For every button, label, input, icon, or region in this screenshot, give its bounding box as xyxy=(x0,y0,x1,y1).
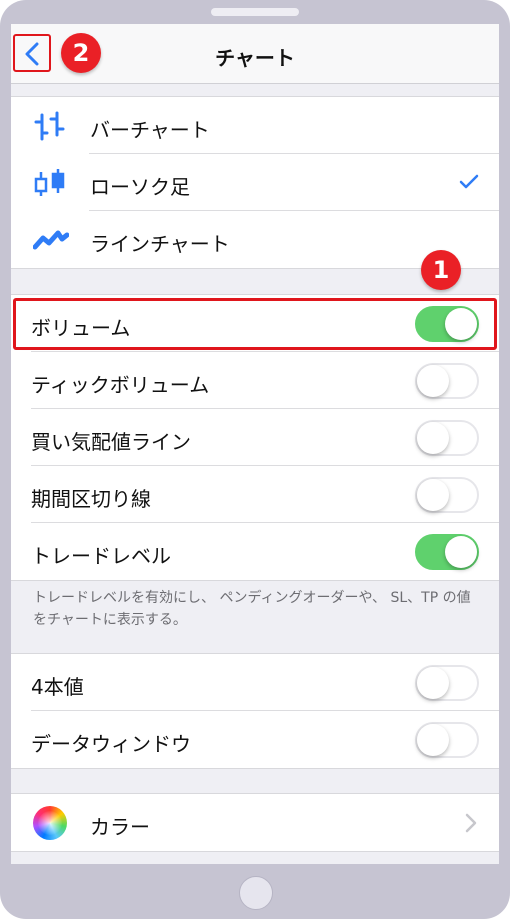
line-chart-icon xyxy=(33,230,69,250)
checkmark-icon xyxy=(459,174,479,189)
colors-row[interactable]: カラー xyxy=(11,794,499,851)
ohlc-toggle[interactable] xyxy=(415,665,479,701)
data-window-toggle[interactable] xyxy=(415,722,479,758)
phone-frame: 2 チャート バーチャート ローソク足 ラインチャート ボリューム ティックボリ… xyxy=(0,0,510,919)
page-title: チャート xyxy=(215,46,295,70)
toggle-knob xyxy=(417,422,449,454)
trade-levels-toggle[interactable] xyxy=(415,534,479,570)
home-button[interactable] xyxy=(239,876,273,910)
navigation-bar: 2 チャート xyxy=(11,24,499,84)
chart-type-label: ローソク足 xyxy=(90,175,190,199)
extra-options-group: 4本値 データウィンドウ xyxy=(11,653,499,769)
settings-screen: 2 チャート バーチャート ローソク足 ラインチャート ボリューム ティックボリ… xyxy=(11,24,499,864)
toggle-knob xyxy=(445,536,477,568)
color-wheel-icon xyxy=(33,806,67,840)
toggle-knob xyxy=(417,667,449,699)
chart-type-group: バーチャート ローソク足 ラインチャート xyxy=(11,96,499,269)
toggle-label: 買い気配値ライン xyxy=(31,430,191,454)
toggle-label: 4本値 xyxy=(31,675,84,699)
chart-type-label: ラインチャート xyxy=(90,232,230,256)
toggle-label: トレードレベル xyxy=(31,544,171,568)
tick-volume-toggle[interactable] xyxy=(415,363,479,399)
color-group: カラー xyxy=(11,793,499,852)
toggle-knob xyxy=(417,365,449,397)
chart-type-row-candlestick[interactable]: ローソク足 xyxy=(11,154,499,211)
toggle-row-tick-volume: ティックボリューム xyxy=(11,352,499,409)
chart-type-row-bar[interactable]: バーチャート xyxy=(11,97,499,154)
annotation-badge-1: 1 xyxy=(421,250,461,290)
toggle-knob xyxy=(417,724,449,756)
toggle-row-period-separators: 期間区切り線 xyxy=(11,466,499,523)
chart-type-label: バーチャート xyxy=(90,118,210,142)
toggle-row-ohlc: 4本値 xyxy=(11,654,499,711)
candlestick-icon xyxy=(34,169,65,196)
toggle-label: ティックボリューム xyxy=(31,373,210,397)
toggle-row-trade-levels: トレードレベル xyxy=(11,523,499,580)
toggle-row-bid-line: 買い気配値ライン xyxy=(11,409,499,466)
toggle-label: 期間区切り線 xyxy=(31,487,151,511)
toggle-row-data-window: データウィンドウ xyxy=(11,711,499,768)
annotation-highlight-volume xyxy=(13,298,497,350)
bar-chart-icon xyxy=(34,111,65,141)
colors-label: カラー xyxy=(90,815,150,839)
period-separators-toggle[interactable] xyxy=(415,477,479,513)
phone-speaker xyxy=(211,8,299,16)
toggle-label: データウィンドウ xyxy=(31,732,191,756)
chevron-right-icon xyxy=(465,813,477,833)
trade-levels-footnote: トレードレベルを有効にし、 ペンディングオーダーや、 SL、TP の値をチャート… xyxy=(33,590,471,628)
toggle-knob xyxy=(417,479,449,511)
bid-line-toggle[interactable] xyxy=(415,420,479,456)
